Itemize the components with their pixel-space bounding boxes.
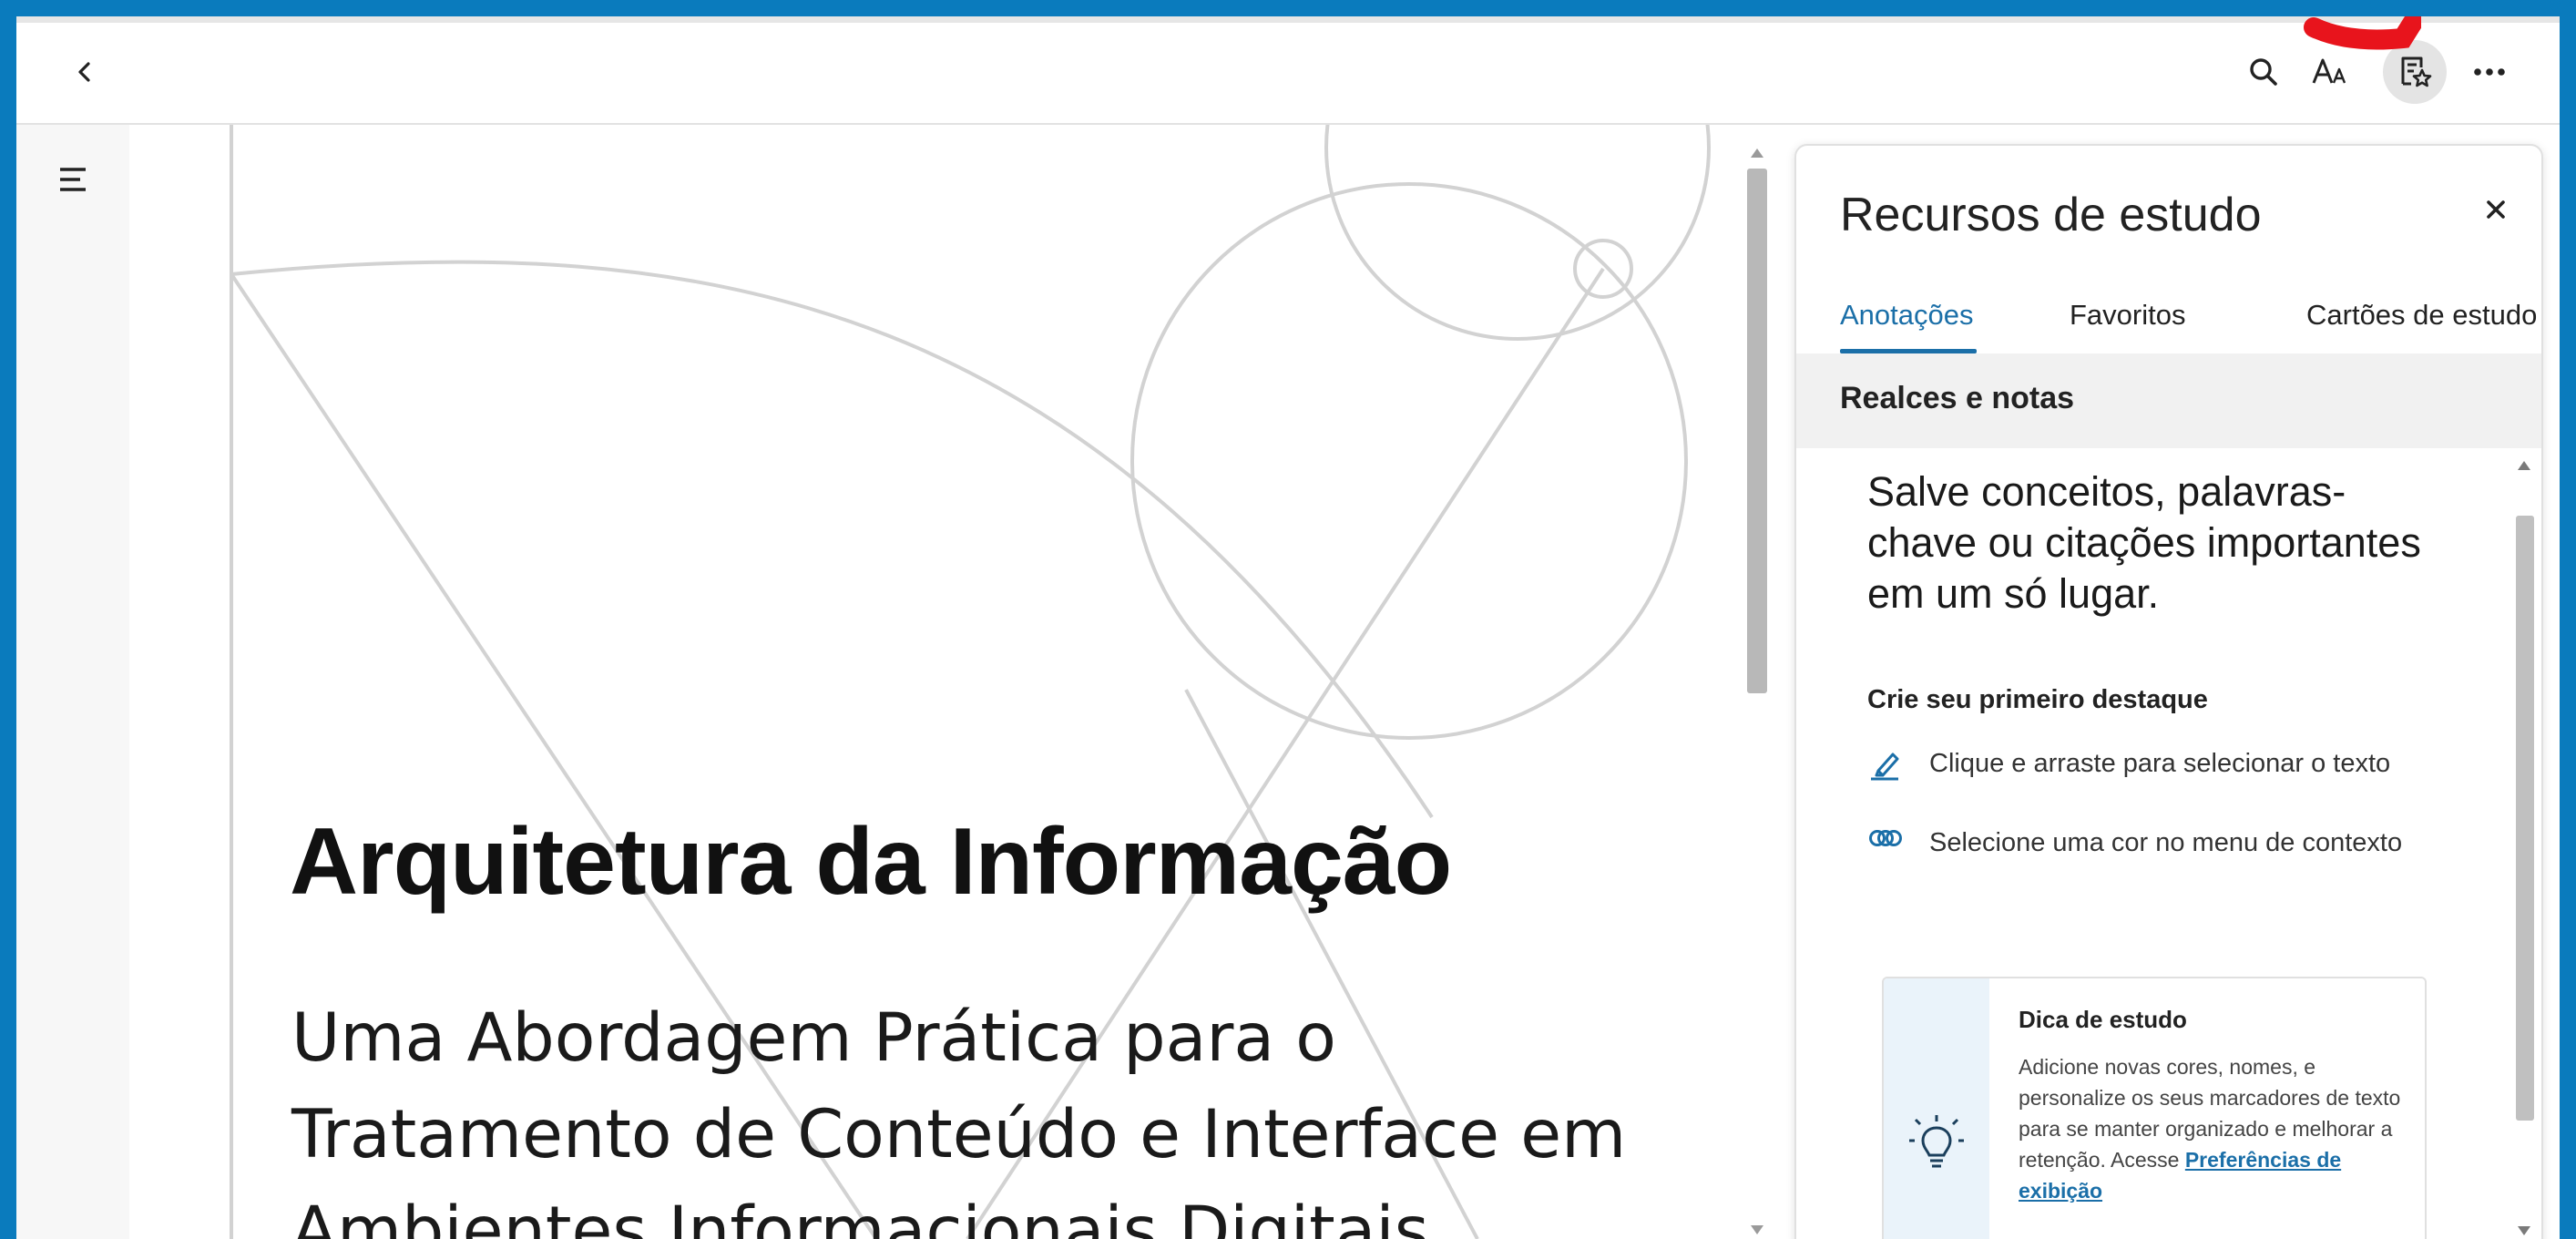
instruction-step: Clique e arraste para selecionar o texto <box>1867 749 2390 782</box>
tab-annotations[interactable]: Anotações <box>1840 288 1977 353</box>
scroll-up-arrow[interactable] <box>2518 461 2530 470</box>
left-rail <box>16 125 129 1239</box>
reader-window: Arquitetura da Informação Uma Abordagem … <box>16 16 2560 1239</box>
more-horizontal-icon <box>2474 68 2505 76</box>
table-of-contents-icon[interactable] <box>56 161 93 198</box>
highlighter-icon <box>1871 753 1899 781</box>
scroll-down-arrow[interactable] <box>1751 1225 1763 1234</box>
close-icon[interactable] <box>2478 191 2514 228</box>
section-header: Realces e notas <box>1796 353 2541 448</box>
tab-flashcards[interactable]: Cartões de estudo <box>2306 288 2537 353</box>
page-scrollbar[interactable] <box>1742 125 1773 1239</box>
study-resources-panel: Recursos de estudo Anotações Favoritos C… <box>1794 144 2543 1239</box>
tab-label: Favoritos <box>2070 299 2186 331</box>
lightbulb-icon <box>1909 1115 1964 1168</box>
book-page: Arquitetura da Informação Uma Abordagem … <box>129 125 1742 1239</box>
color-circles-icon <box>1869 830 1902 846</box>
step-text: Clique e arraste para selecionar o texto <box>1929 749 2391 778</box>
study-tip-card: Dica de estudo Adicione novas cores, nom… <box>1882 977 2427 1239</box>
tab-favorites[interactable]: Favoritos <box>2070 288 2185 353</box>
red-annotation-arrow <box>2304 16 2421 50</box>
search-button[interactable] <box>2232 40 2295 104</box>
top-toolbar <box>16 16 2560 125</box>
instruction-step: Selecione uma cor no menu de contexto <box>1867 825 2414 860</box>
panel-scrollbar[interactable] <box>2509 448 2540 1239</box>
more-options-button[interactable] <box>2458 40 2521 104</box>
empty-state-heading: Salve conceitos, palavras-chave ou citaç… <box>1867 468 2421 617</box>
panel-content: Salve conceitos, palavras-chave ou citaç… <box>1796 448 2507 1239</box>
search-icon <box>2250 58 2277 86</box>
scrollbar-thumb[interactable] <box>2516 516 2534 1121</box>
chevron-left-icon <box>78 62 90 82</box>
scroll-up-arrow[interactable] <box>1751 148 1763 158</box>
tab-label: Cartões de estudo <box>2306 299 2538 331</box>
first-highlight-heading: Crie seu primeiro destaque <box>1867 685 2208 714</box>
step-text: Selecione uma cor no menu de contexto <box>1929 828 2403 857</box>
tip-body: Adicione novas cores, nomes, e personali… <box>2019 1051 2401 1206</box>
scrollbar-thumb[interactable] <box>1747 169 1767 693</box>
section-title: Realces e notas <box>1840 381 2075 415</box>
panel-title: Recursos de estudo <box>1840 189 2262 241</box>
panel-tabs: Anotações Favoritos Cartões de estudo <box>1796 288 2541 353</box>
scroll-down-arrow[interactable] <box>2518 1226 2530 1235</box>
tab-label: Anotações <box>1840 299 1974 331</box>
book-title: Arquitetura da Informação <box>290 809 1452 915</box>
tip-title: Dica de estudo <box>2019 1006 2187 1033</box>
back-button[interactable] <box>53 40 117 104</box>
tip-icon-column <box>1884 978 1989 1239</box>
book-subtitle: Uma Abordagem Prática para o Tratamento … <box>291 999 1627 1239</box>
toolbar-top-border <box>16 16 2560 23</box>
study-resources-icon <box>2401 56 2432 87</box>
font-size-icon <box>2312 58 2346 84</box>
